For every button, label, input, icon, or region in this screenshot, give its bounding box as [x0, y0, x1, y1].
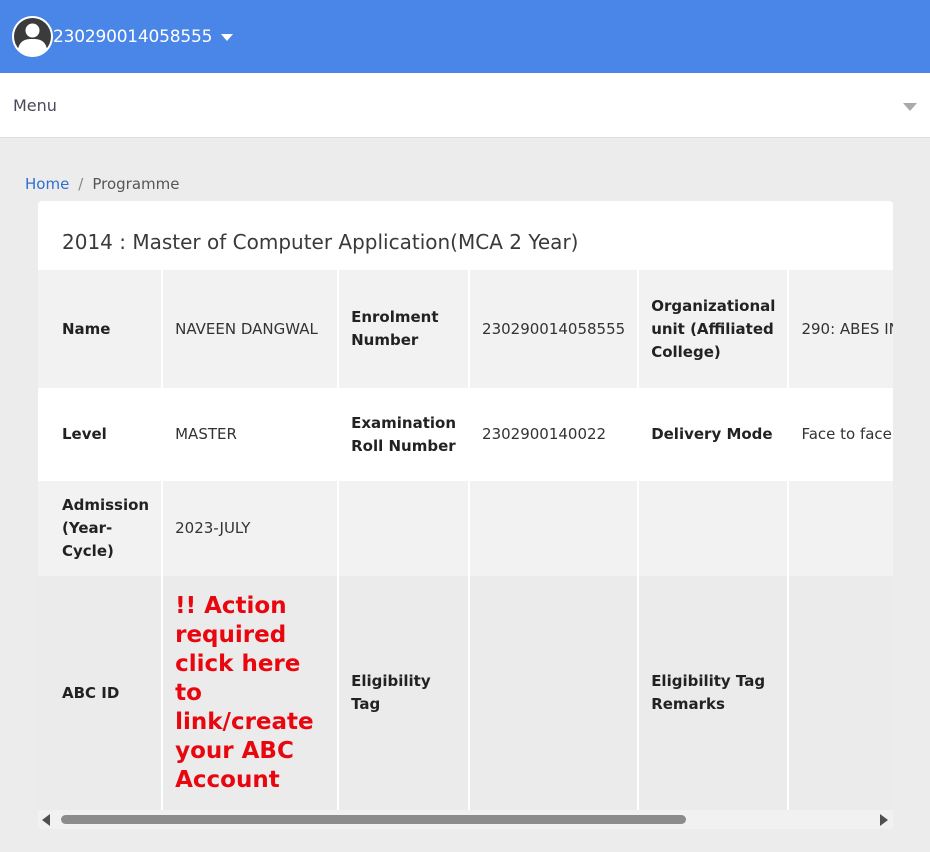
- scroll-right-arrow-icon[interactable]: [880, 814, 888, 826]
- menu-bar[interactable]: Menu: [0, 73, 930, 138]
- horizontal-scrollbar[interactable]: [38, 810, 893, 829]
- caret-down-icon: [221, 34, 234, 41]
- exam-roll-label: Examination Roll Number: [339, 388, 469, 481]
- level-value: MASTER: [163, 388, 338, 481]
- breadcrumb-current: Programme: [92, 175, 180, 193]
- org-unit-value: 290: ABES INSTITUTE: [789, 270, 893, 388]
- menu-label: Menu: [13, 95, 57, 115]
- programme-card: 2014 : Master of Computer Application(MC…: [38, 201, 893, 829]
- abc-id-cell: !! Action required click here to link/cr…: [163, 576, 338, 810]
- programme-title: 2014 : Master of Computer Application(MC…: [62, 230, 579, 254]
- exam-roll-value: 2302900140022: [470, 388, 638, 481]
- table-row: Admission (Year-Cycle) 2023-JULY: [38, 481, 893, 576]
- enrolment-label: Enrolment Number: [339, 270, 469, 388]
- empty-cell: [470, 481, 638, 576]
- top-navbar: 230290014058555: [0, 0, 930, 73]
- admission-value: 2023-JULY: [163, 481, 338, 576]
- user-avatar-icon: [12, 16, 53, 57]
- scroll-left-arrow-icon[interactable]: [42, 814, 50, 826]
- table-row: Level MASTER Examination Roll Number 230…: [38, 388, 893, 481]
- user-menu-toggle[interactable]: 230290014058555: [12, 16, 234, 57]
- table-row: Name NAVEEN DANGWAL Enrolment Number 230…: [38, 270, 893, 388]
- org-unit-label: Organizational unit (Affiliated College): [639, 270, 788, 388]
- programme-details-table: Name NAVEEN DANGWAL Enrolment Number 230…: [38, 270, 893, 810]
- enrolment-value: 230290014058555: [470, 270, 638, 388]
- eligibility-tag-label: Eligibility Tag: [339, 576, 469, 810]
- admission-label: Admission (Year-Cycle): [38, 481, 162, 576]
- breadcrumb-separator: /: [78, 175, 84, 193]
- empty-cell: [789, 481, 893, 576]
- name-label: Name: [38, 270, 162, 388]
- abc-action-link[interactable]: !! Action required click here to link/cr…: [175, 592, 325, 795]
- eligibility-tag-value: [470, 576, 638, 810]
- eligibility-remarks-label: Eligibility Tag Remarks: [639, 576, 788, 810]
- eligibility-remarks-value: [789, 576, 893, 810]
- user-id-label: 230290014058555: [53, 26, 213, 47]
- abc-id-label: ABC ID: [38, 576, 162, 810]
- chevron-down-icon[interactable]: [903, 103, 917, 111]
- level-label: Level: [38, 388, 162, 481]
- empty-cell: [639, 481, 788, 576]
- table-row: ABC ID !! Action required click here to …: [38, 576, 893, 810]
- delivery-mode-label: Delivery Mode: [639, 388, 788, 481]
- scrollbar-thumb[interactable]: [61, 815, 686, 824]
- breadcrumb-home-link[interactable]: Home: [25, 175, 69, 193]
- name-value: NAVEEN DANGWAL: [163, 270, 338, 388]
- empty-cell: [339, 481, 469, 576]
- breadcrumb: Home / Programme: [25, 175, 180, 193]
- delivery-mode-value: Face to face: [789, 388, 893, 481]
